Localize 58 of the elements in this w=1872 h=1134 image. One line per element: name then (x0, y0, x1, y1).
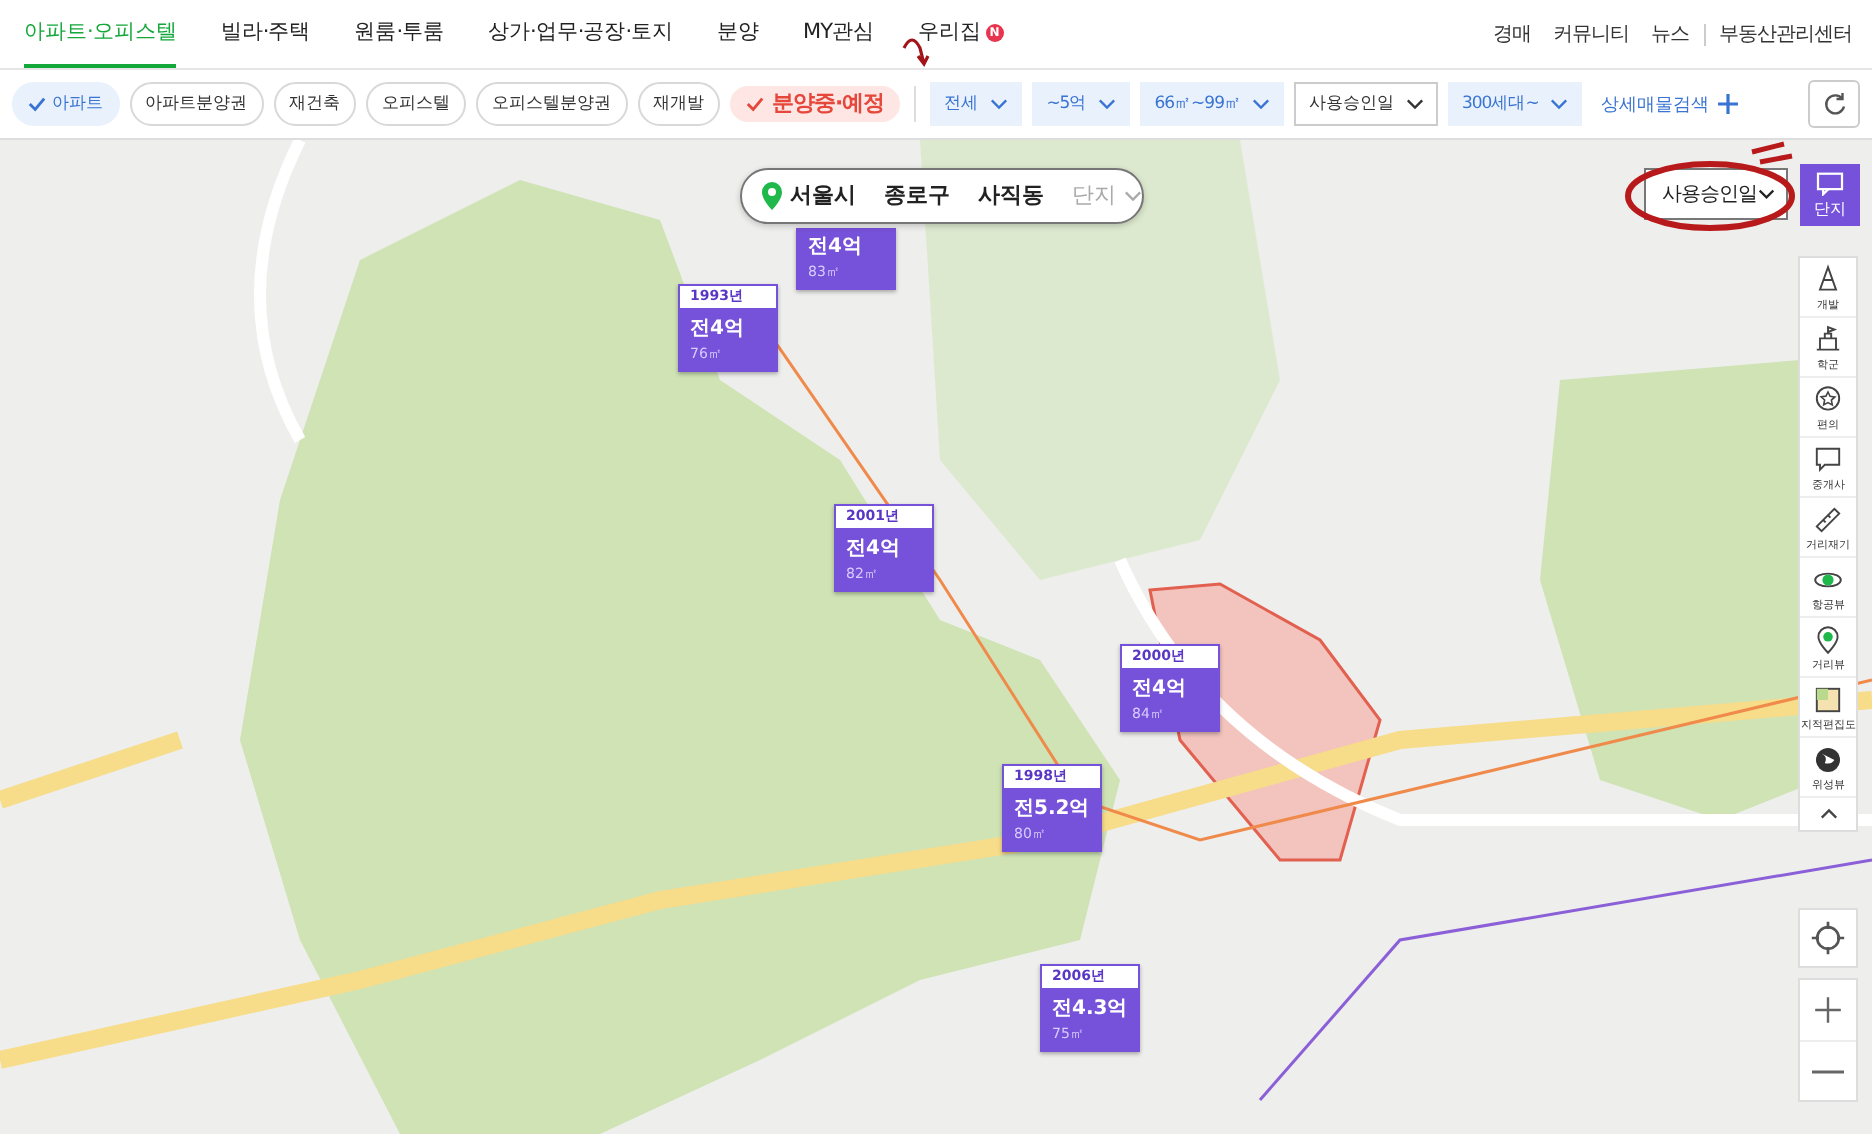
nav-tab[interactable]: 빌라·주택 (220, 0, 311, 68)
filter-chip[interactable]: 아파트 (12, 82, 119, 126)
location-level[interactable]: 사직동 (978, 178, 1044, 214)
location-level[interactable]: 서울시 (790, 178, 856, 214)
globe-icon (1812, 743, 1844, 775)
school-icon (1812, 323, 1844, 355)
ruler-icon (1812, 503, 1844, 535)
nav-link[interactable]: 뉴스 (1651, 20, 1689, 48)
marker-price: 전4억 (690, 316, 746, 344)
caret-icon (1098, 98, 1117, 110)
filter-dropdown[interactable]: 300세대~ (1447, 82, 1583, 126)
check-icon (746, 96, 764, 112)
complex-toggle-button[interactable]: 단지 (1800, 164, 1860, 226)
filter-chip[interactable]: 아파트분양권 (129, 82, 263, 126)
caret-up-icon (1819, 808, 1837, 820)
nav-link[interactable]: 부동산관리센터 (1719, 20, 1852, 48)
marker-price: 전4.3억 (1052, 996, 1130, 1024)
marker-price: 전4억 (808, 234, 864, 262)
caret-icon (1757, 188, 1774, 200)
detail-search-link[interactable]: 상세매물검색 (1600, 91, 1739, 117)
filter-chip[interactable]: 오피스텔 (366, 82, 466, 126)
current-location-button[interactable] (1798, 908, 1858, 968)
nav-tab[interactable]: 원룸·투룸 (354, 0, 445, 68)
nav-link[interactable]: 경매 (1493, 20, 1531, 48)
speech-bubble-icon (1816, 171, 1844, 195)
caret-icon (1405, 98, 1424, 110)
location-level[interactable]: 종로구 (884, 178, 950, 214)
nav-tab[interactable]: 분양 (717, 0, 760, 68)
filter-chip[interactable]: 재건축 (273, 82, 356, 126)
map-grid-icon (1812, 683, 1844, 715)
marker-price: 전5.2억 (1014, 796, 1092, 824)
sort-dropdown[interactable]: 사용승인일 (1644, 168, 1788, 220)
minus-icon (1812, 1069, 1844, 1073)
nav-tab[interactable]: 상가·업무·공장·토지 (488, 0, 674, 68)
plus-icon (1812, 994, 1844, 1026)
location-pin-icon (762, 182, 782, 210)
caret-icon (1124, 190, 1142, 202)
filter-dropdown[interactable]: 사용승인일 (1294, 82, 1438, 126)
filter-chip[interactable]: 재개발 (637, 82, 720, 126)
crosshair-icon (1810, 920, 1846, 956)
nav-tab[interactable]: MY관심 (803, 0, 875, 68)
check-icon (28, 96, 46, 112)
refresh-icon (1819, 89, 1849, 119)
filter-dropdown[interactable]: 전세 (930, 82, 1023, 126)
caret-icon (1550, 98, 1569, 110)
plus-icon (1718, 94, 1739, 114)
map-pin-icon (1812, 623, 1844, 655)
marker-price: 전4억 (846, 536, 902, 564)
nav-link[interactable]: 커뮤니티 (1553, 20, 1629, 48)
filter-dropdown[interactable]: ~5억 (1032, 82, 1131, 126)
star-circle-icon (1812, 383, 1844, 415)
caret-icon (990, 98, 1009, 110)
marker-price: 전4억 (1132, 676, 1188, 704)
speech-bubble-icon (1812, 443, 1844, 475)
filter-chip[interactable]: 오피스텔분양권 (476, 82, 627, 126)
filter-dropdown[interactable]: 66㎡~99㎡ (1140, 82, 1285, 126)
caret-icon (1252, 98, 1271, 110)
refresh-button[interactable] (1808, 80, 1860, 128)
